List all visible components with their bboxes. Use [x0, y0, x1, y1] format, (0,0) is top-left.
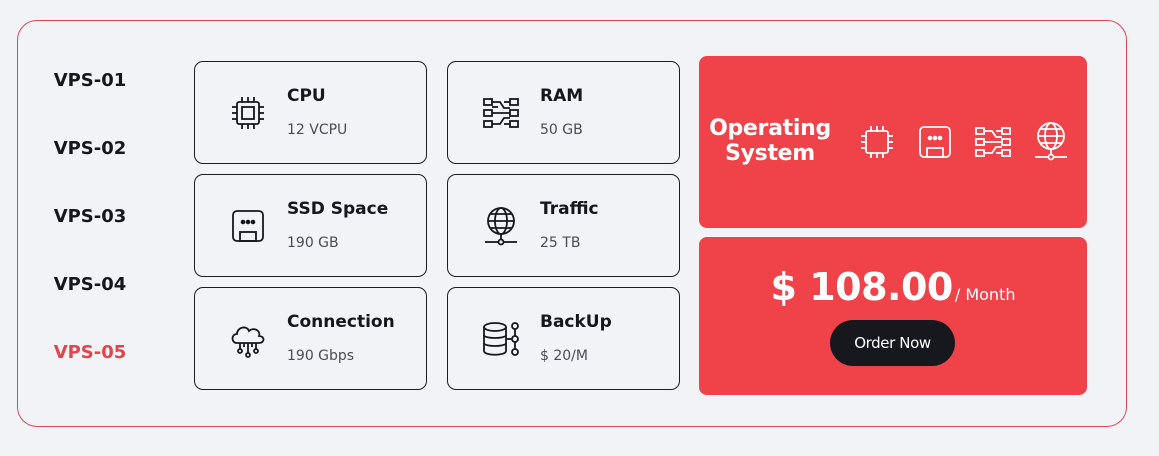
os-ssd-icon[interactable] — [915, 120, 955, 164]
spec-card-cpu: CPU 12 VCPU — [194, 61, 427, 164]
spec-value-connection: 190 Gbps — [287, 348, 355, 364]
spec-value-cpu: 12 VCPU — [287, 122, 348, 138]
os-icon-row — [857, 120, 1071, 164]
price-amount: $ 108.00 — [770, 265, 954, 309]
os-title-line1: Operating — [709, 116, 831, 141]
spec-card-traffic: Traffic 25 TB — [447, 174, 680, 277]
spec-value-backup: $ 20/M — [540, 348, 588, 364]
spec-title-connection: Connection — [287, 312, 395, 332]
os-title-line2: System — [725, 141, 815, 166]
spec-title-traffic: Traffic — [540, 199, 599, 219]
database-icon — [481, 319, 521, 359]
tab-vps-02[interactable]: VPS-02 — [40, 124, 140, 192]
spec-title-backup: BackUp — [540, 312, 612, 332]
tab-vps-04[interactable]: VPS-04 — [40, 260, 140, 328]
os-cpu-icon[interactable] — [857, 120, 897, 164]
ssd-icon — [228, 206, 268, 246]
spec-title-cpu: CPU — [287, 86, 326, 106]
spec-value-ram: 50 GB — [540, 122, 583, 138]
spec-card-connection: Connection 190 Gbps — [194, 287, 427, 390]
spec-title-ram: RAM — [540, 86, 584, 106]
operating-system-panel: Operating System — [699, 56, 1087, 228]
cloud-network-icon — [228, 319, 268, 359]
globe-icon — [481, 206, 521, 246]
os-ram-icon[interactable] — [973, 120, 1013, 164]
tab-vps-05[interactable]: VPS-05 — [40, 328, 140, 396]
price-panel: $ 108.00 / Month Order Now — [699, 237, 1087, 395]
spec-value-ssd: 190 GB — [287, 235, 339, 251]
spec-value-traffic: 25 TB — [540, 235, 581, 251]
tab-vps-03[interactable]: VPS-03 — [40, 192, 140, 260]
ram-icon — [481, 93, 521, 133]
os-globe-icon[interactable] — [1031, 120, 1071, 164]
spec-card-ssd: SSD Space 190 GB — [194, 174, 427, 277]
spec-card-backup: BackUp $ 20/M — [447, 287, 680, 390]
spec-card-ram: RAM 50 GB — [447, 61, 680, 164]
price-period: / Month — [954, 285, 1016, 304]
tab-vps-01[interactable]: VPS-01 — [40, 56, 140, 124]
spec-title-ssd: SSD Space — [287, 199, 389, 219]
plan-tabs: VPS-01 VPS-02 VPS-03 VPS-04 VPS-05 — [40, 56, 140, 396]
price-row: $ 108.00 / Month — [699, 265, 1087, 309]
cpu-icon — [228, 93, 268, 133]
order-now-button[interactable]: Order Now — [830, 320, 955, 366]
operating-system-title: Operating System — [699, 116, 841, 166]
